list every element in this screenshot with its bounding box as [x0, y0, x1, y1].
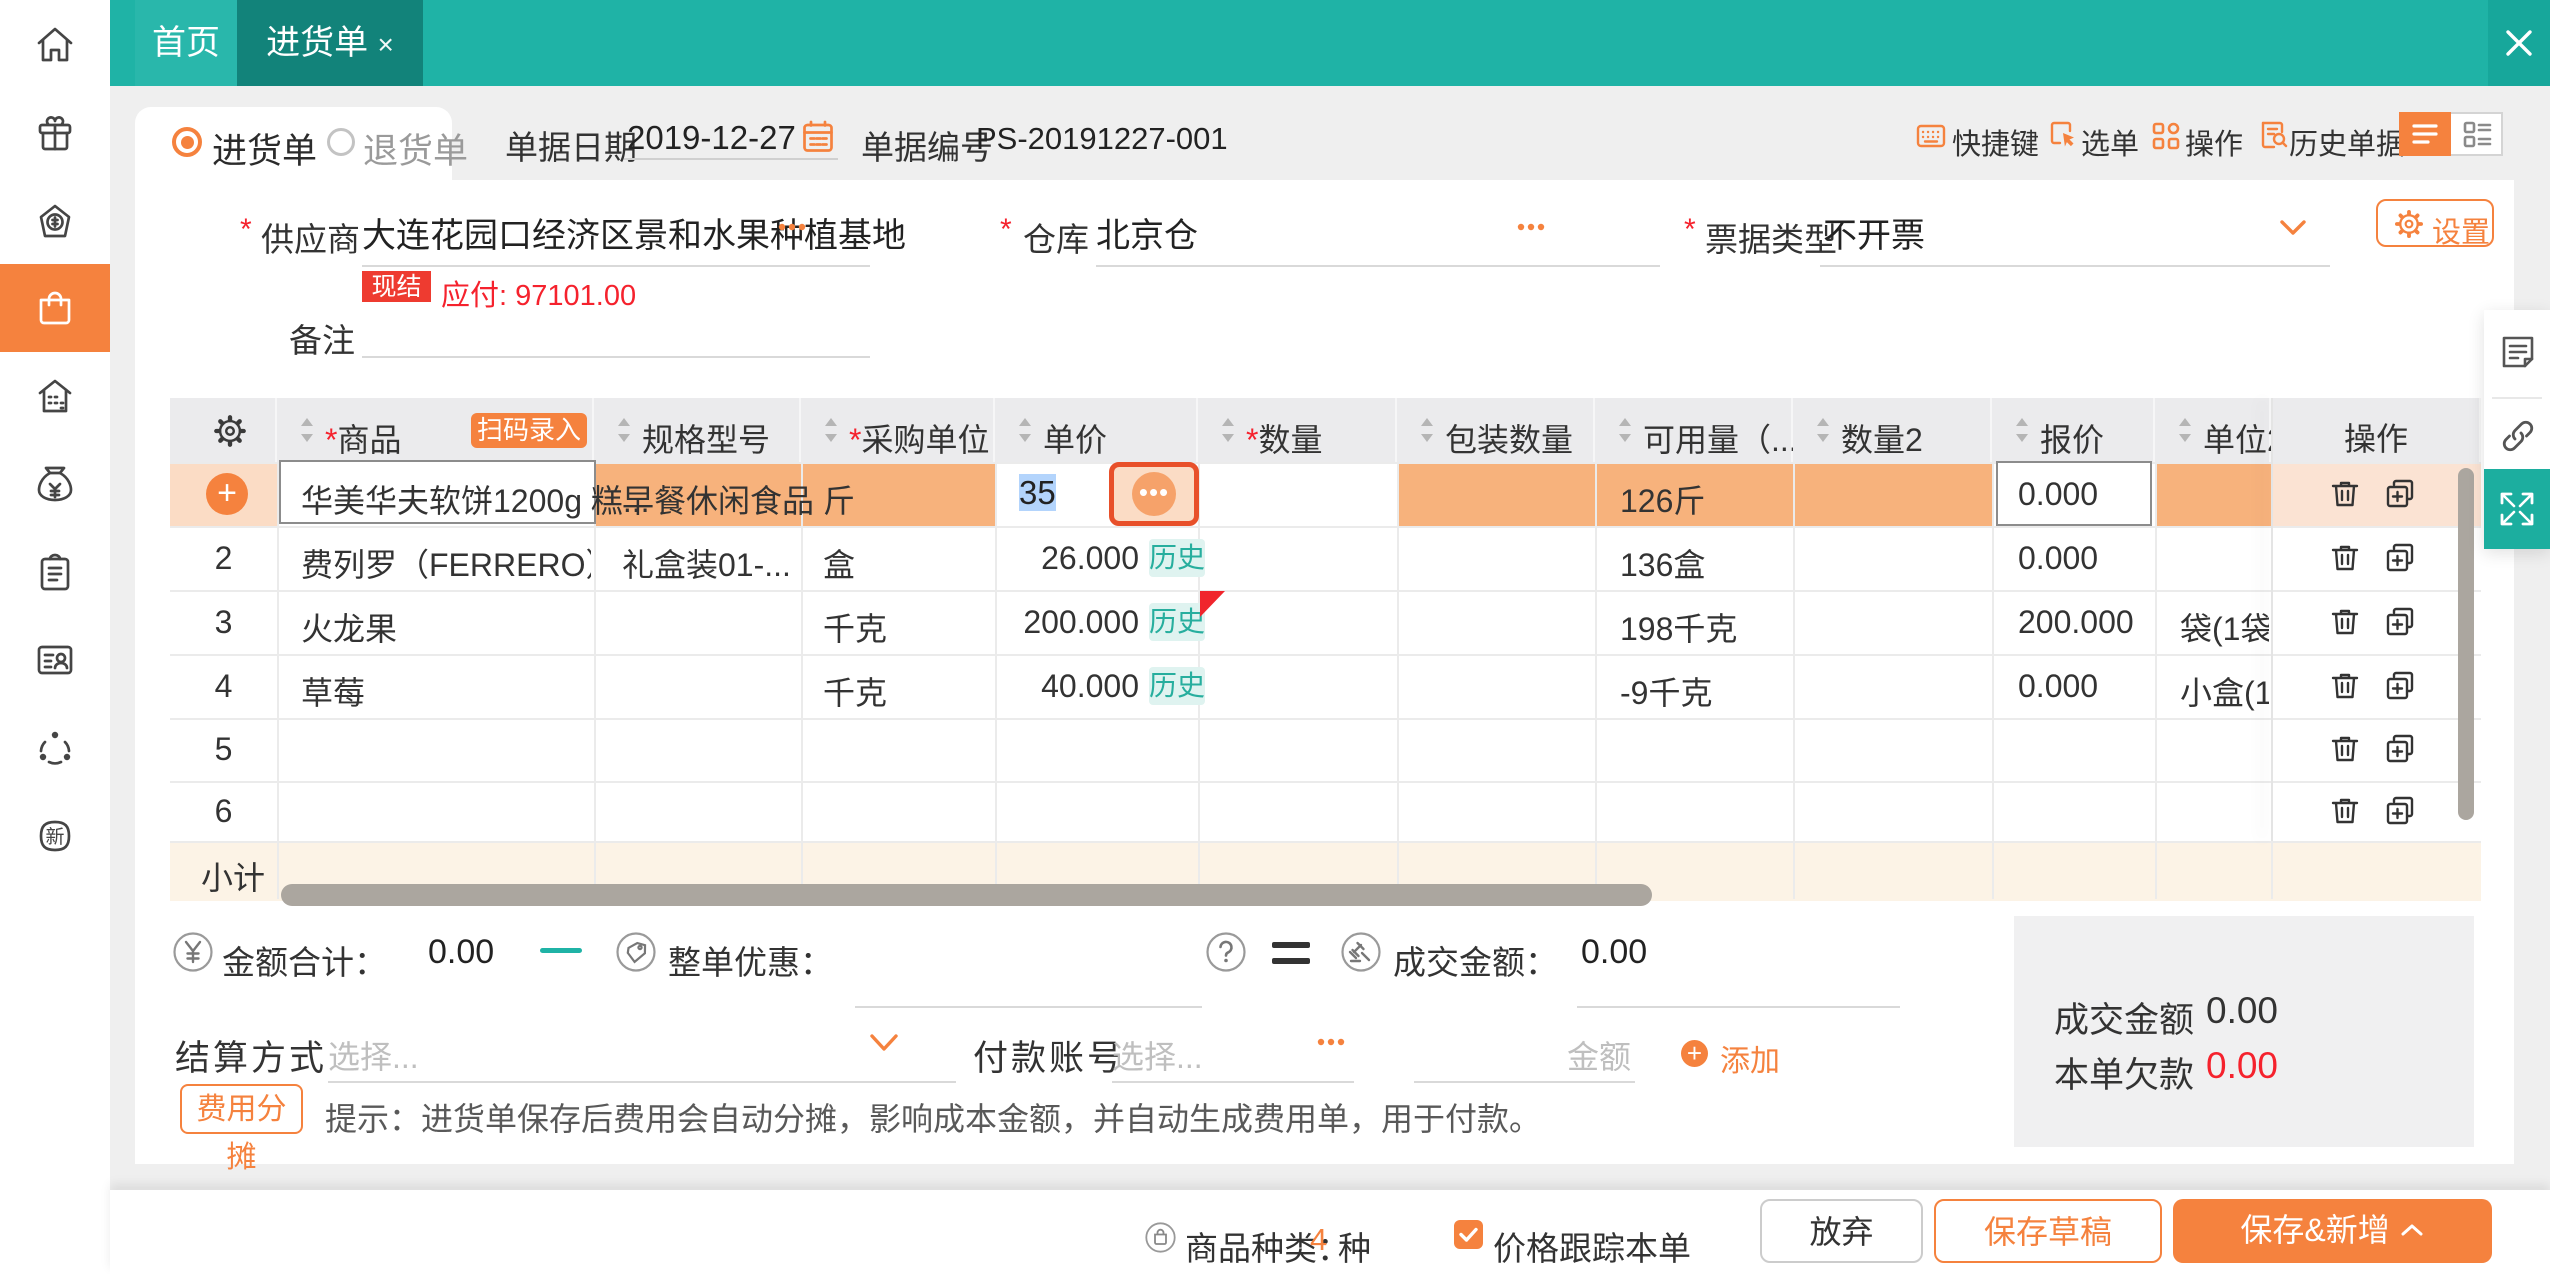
svg-text:新: 新 — [45, 826, 64, 848]
